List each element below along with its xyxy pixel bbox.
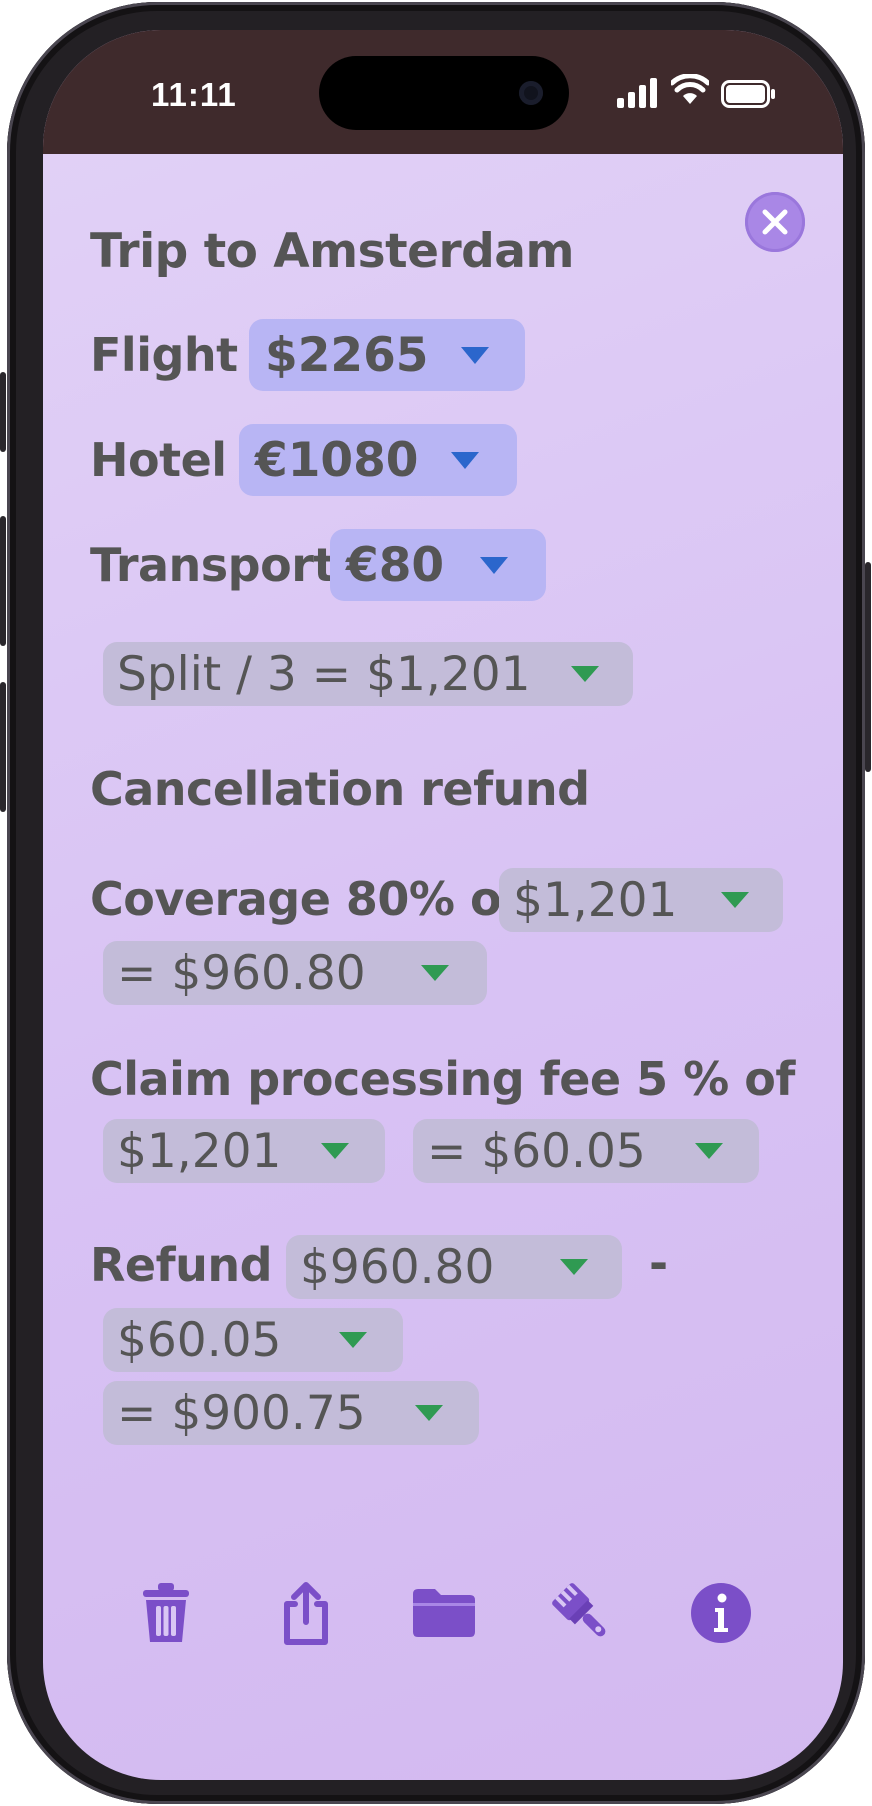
trash-icon[interactable] xyxy=(133,1580,199,1646)
chevron-down-icon xyxy=(480,557,508,574)
hotel-label: Hotel xyxy=(90,433,227,487)
close-button[interactable] xyxy=(745,192,805,252)
chevron-down-icon xyxy=(421,965,449,981)
coverage-base-value: $1,201 xyxy=(513,872,678,928)
minus-operator: - xyxy=(649,1236,668,1290)
chevron-down-icon xyxy=(339,1332,367,1348)
fee-result-value: = $60.05 xyxy=(427,1123,646,1179)
folder-icon[interactable] xyxy=(411,1580,477,1646)
refund-fee-value: $60.05 xyxy=(117,1312,282,1368)
volume-down-button xyxy=(0,682,6,812)
phone-frame: 11:11 Trip to Amsterdam Flight $2265 Hot… xyxy=(0,2,871,1804)
volume-up-button xyxy=(0,516,6,646)
fee-base-value: $1,201 xyxy=(117,1123,282,1179)
chevron-down-icon xyxy=(451,452,479,469)
page-title: Trip to Amsterdam xyxy=(90,224,575,279)
coverage-result-dropdown[interactable]: = $960.80 xyxy=(103,941,487,1005)
flight-value: $2265 xyxy=(265,327,429,383)
wifi-icon xyxy=(671,74,709,104)
section-heading: Cancellation refund xyxy=(90,762,590,816)
info-icon[interactable] xyxy=(688,1580,754,1646)
app-screen: 11:11 Trip to Amsterdam Flight $2265 Hot… xyxy=(43,30,843,1780)
refund-result-dropdown[interactable]: = $900.75 xyxy=(103,1381,479,1445)
refund-fee-dropdown[interactable]: $60.05 xyxy=(103,1308,403,1372)
camera-icon xyxy=(519,81,543,105)
fee-result-dropdown[interactable]: = $60.05 xyxy=(413,1119,759,1183)
refund-label: Refund xyxy=(90,1238,273,1292)
dynamic-island xyxy=(319,56,569,130)
coverage-label: Coverage 80% of xyxy=(90,872,521,926)
coverage-base-dropdown[interactable]: $1,201 xyxy=(499,868,783,932)
flight-value-dropdown[interactable]: $2265 xyxy=(249,319,525,391)
action-button xyxy=(0,372,6,452)
split-result-dropdown[interactable]: Split / 3 = $1,201 xyxy=(103,642,633,706)
split-result: Split / 3 = $1,201 xyxy=(117,646,531,702)
chevron-down-icon xyxy=(560,1259,588,1275)
chevron-down-icon xyxy=(415,1405,443,1421)
transport-value: €80 xyxy=(346,537,445,593)
fee-label: Claim processing fee 5 % of xyxy=(90,1052,795,1106)
hotel-value-dropdown[interactable]: €1080 xyxy=(239,424,517,496)
power-button xyxy=(865,562,871,772)
chevron-down-icon xyxy=(695,1143,723,1159)
refund-result-value: = $900.75 xyxy=(117,1385,366,1441)
transport-label: Transport xyxy=(90,538,335,592)
status-time: 11:11 xyxy=(151,76,237,113)
share-icon[interactable] xyxy=(273,1580,339,1646)
chevron-down-icon xyxy=(461,347,489,364)
close-icon xyxy=(762,209,788,235)
chevron-down-icon xyxy=(571,666,599,682)
flight-label: Flight xyxy=(90,328,238,382)
cellular-signal-icon xyxy=(617,78,657,108)
battery-icon xyxy=(721,80,775,108)
chevron-down-icon xyxy=(321,1143,349,1159)
transport-value-dropdown[interactable]: €80 xyxy=(330,529,546,601)
paintbrush-icon[interactable] xyxy=(549,1580,615,1646)
hotel-value: €1080 xyxy=(255,432,419,488)
coverage-result-value: = $960.80 xyxy=(117,945,366,1001)
refund-coverage-value: $960.80 xyxy=(300,1239,495,1295)
status-bar: 11:11 xyxy=(43,30,843,154)
fee-base-dropdown[interactable]: $1,201 xyxy=(103,1119,385,1183)
chevron-down-icon xyxy=(721,892,749,908)
refund-coverage-dropdown[interactable]: $960.80 xyxy=(286,1235,622,1299)
